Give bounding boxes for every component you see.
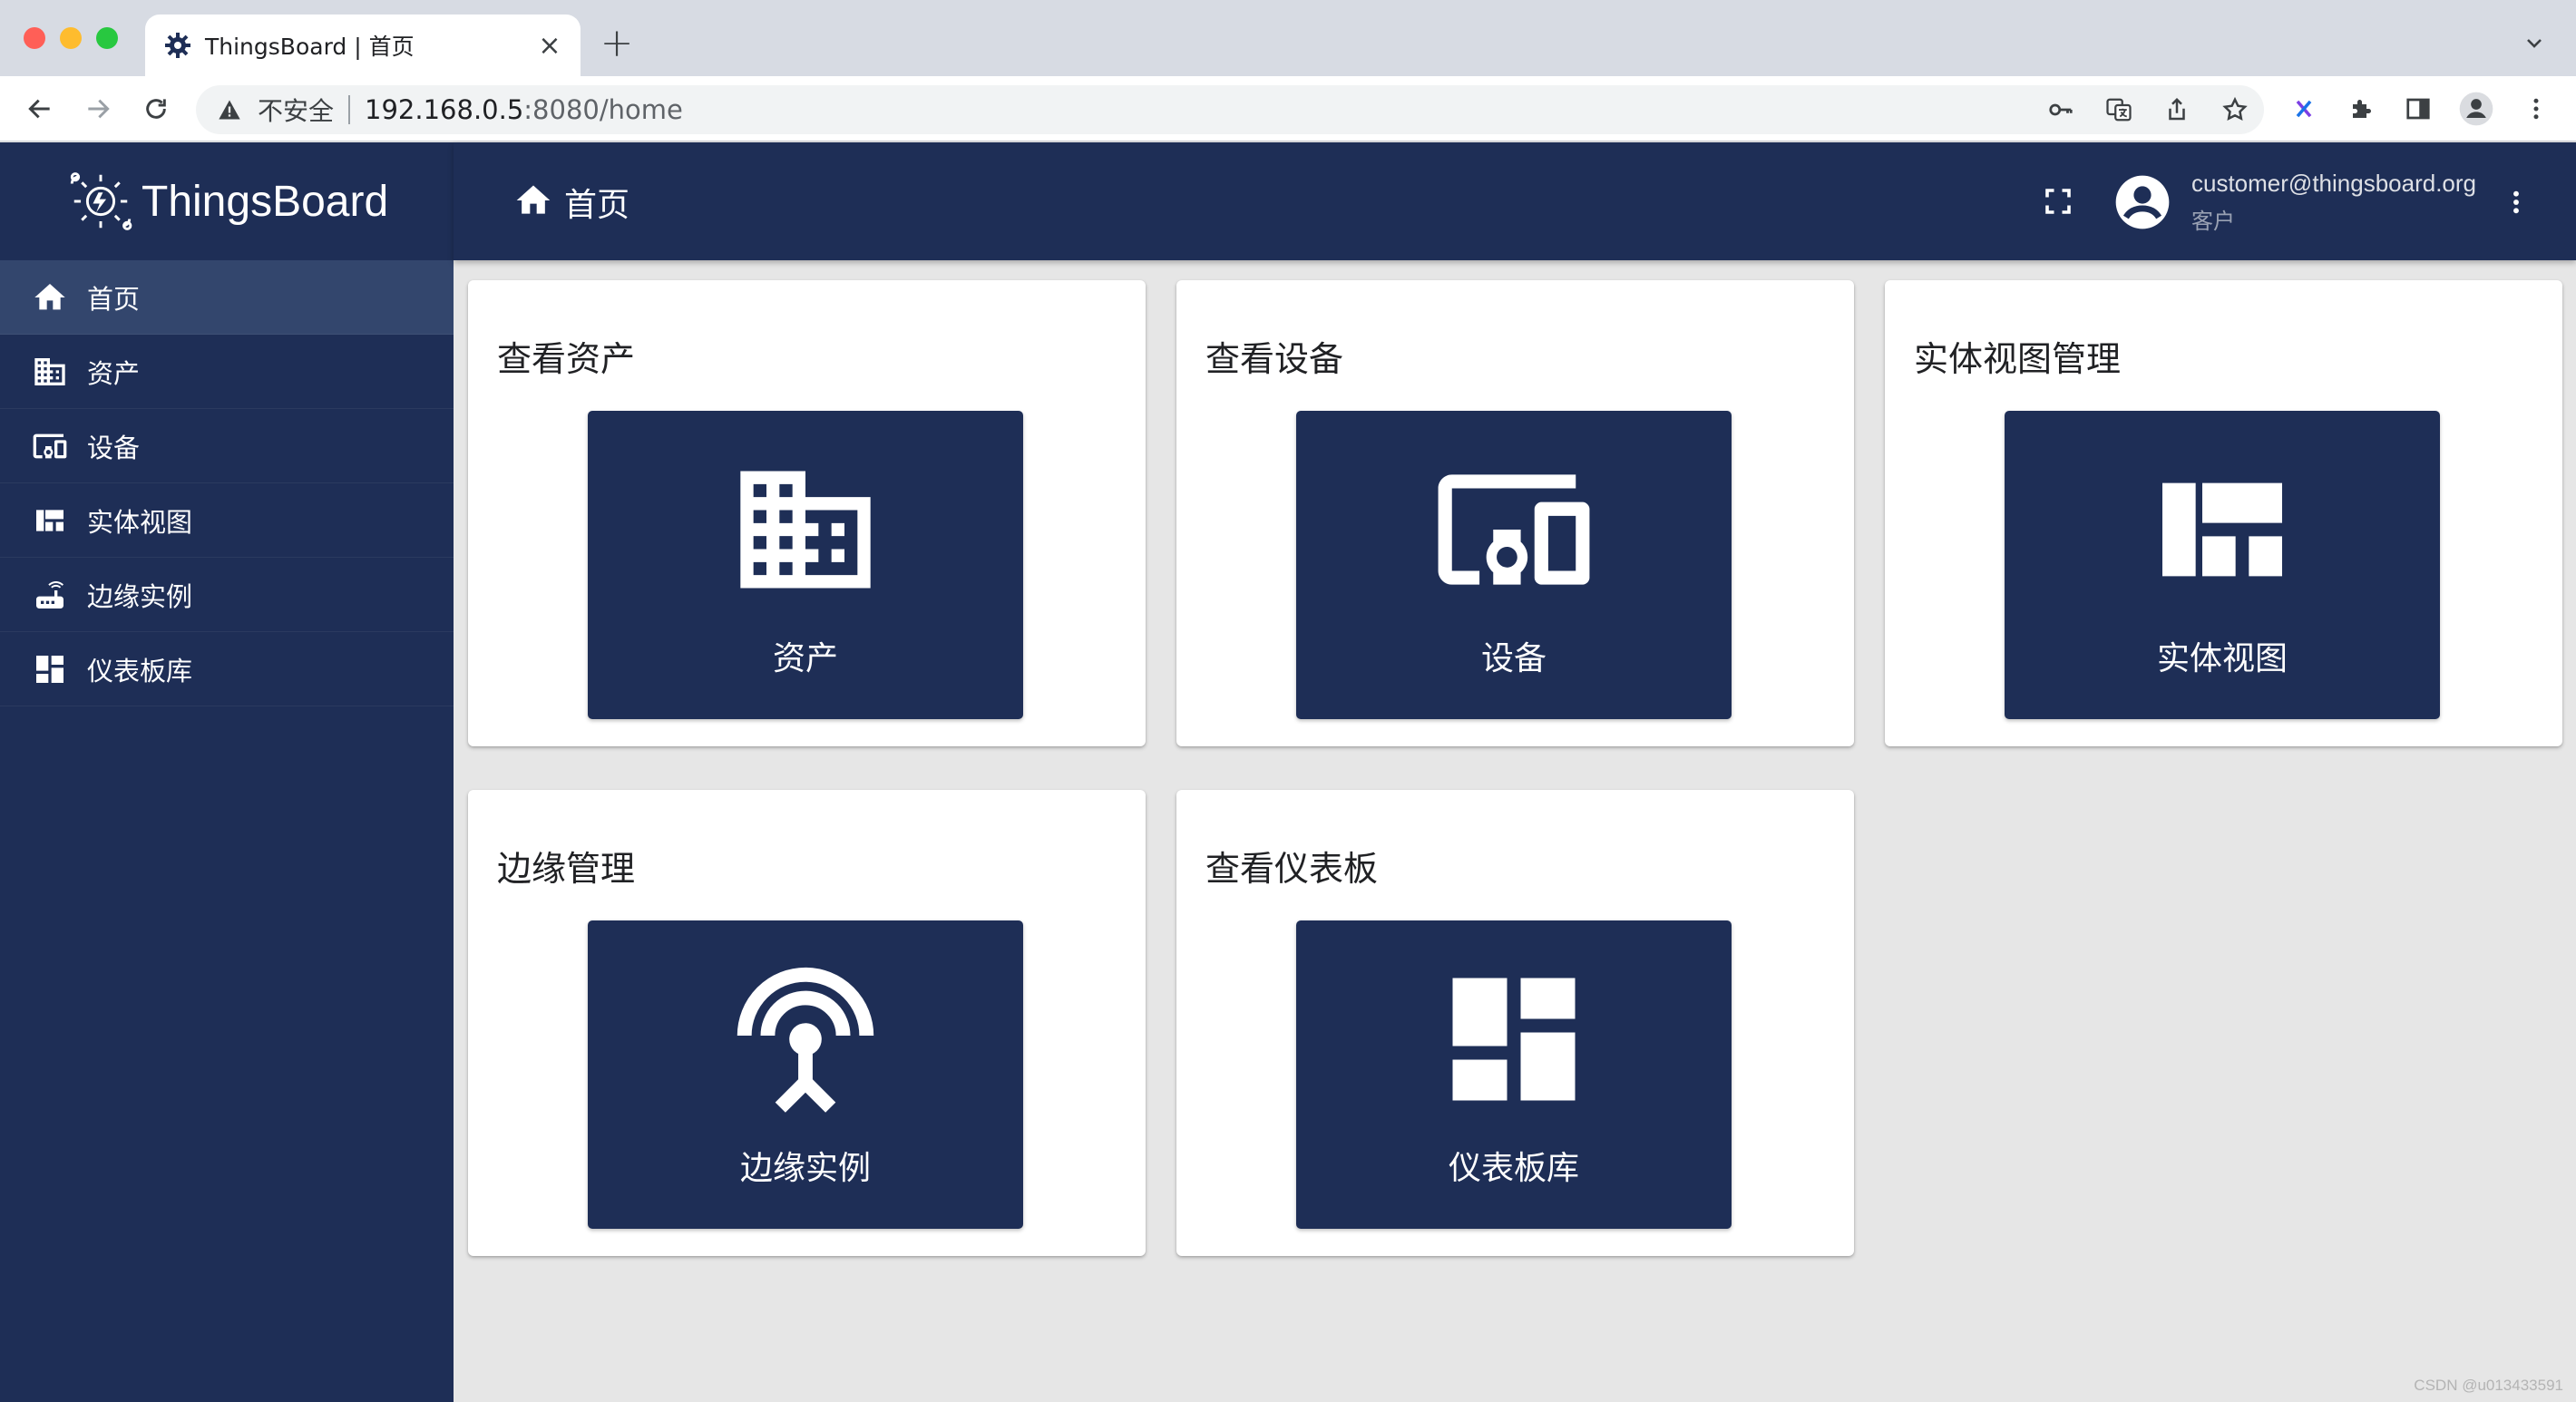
sidebar-item-assets[interactable]: 资产 [0, 335, 454, 409]
sidebar-item-label: 仪表板库 [87, 655, 193, 686]
entity-views-tile-button[interactable]: 实体视图 [2005, 411, 2440, 719]
browser-tab-strip: ThingsBoard | 首页 × + [0, 0, 2576, 76]
sidebar-item-dashboards[interactable]: 仪表板库 [0, 632, 454, 706]
tile-label: 资产 [772, 640, 838, 677]
browser-tab[interactable]: ThingsBoard | 首页 × [145, 15, 581, 76]
sidebar-item-label: 边缘实例 [87, 580, 193, 612]
forward-arrow-icon[interactable] [78, 89, 118, 129]
building-icon [588, 443, 1023, 616]
dashboards-tile-button[interactable]: 仪表板库 [1296, 920, 1732, 1229]
translate-icon[interactable] [2099, 92, 2139, 128]
sidebar-menu: 首页 资产 设备 实体视图 边缘实例 仪表板库 [0, 260, 454, 706]
sidebar-item-label: 资产 [87, 357, 141, 389]
tab-close-icon[interactable]: × [532, 27, 568, 63]
user-info[interactable]: customer@thingsboard.org 客户 [2191, 170, 2476, 235]
devices-icon [31, 427, 69, 465]
breadcrumb: 首页 [513, 179, 629, 226]
page-title: 首页 [564, 187, 630, 224]
brand-name: ThingsBoard [141, 177, 389, 226]
sidebar-item-label: 实体视图 [87, 506, 193, 538]
watermark: CSDN @u013433591 [2414, 1377, 2563, 1394]
url-text[interactable]: 192.168.0.5:8080/home [365, 94, 683, 125]
sidebar: ThingsBoard 首页 资产 设备 实体视图 边缘实例 仪表板库 [0, 142, 454, 1402]
router-icon [588, 953, 1023, 1125]
user-email: customer@thingsboard.org [2191, 170, 2476, 197]
building-icon [31, 353, 69, 391]
tab-title: ThingsBoard | 首页 [205, 34, 415, 60]
more-vert-icon[interactable] [2498, 180, 2534, 224]
close-window-button[interactable] [24, 27, 45, 49]
chevron-down-icon[interactable] [2516, 25, 2552, 62]
sidebar-item-devices[interactable]: 设备 [0, 409, 454, 483]
sidebar-item-label: 首页 [87, 283, 141, 315]
assets-tile-button[interactable]: 资产 [588, 411, 1023, 719]
browser-toolbar: 不安全 192.168.0.5:8080/home [0, 76, 2576, 141]
sidebar-item-entity-views[interactable]: 实体视图 [0, 483, 454, 558]
entity-view-icon [2005, 443, 2440, 616]
tile-label: 设备 [1480, 640, 1547, 677]
devices-tile-button[interactable]: 设备 [1296, 411, 1732, 719]
tile-label: 边缘实例 [739, 1150, 871, 1187]
card-title: 实体视图管理 [1914, 339, 2122, 379]
dashboard-icon [1296, 953, 1732, 1125]
new-tab-button[interactable]: + [599, 22, 635, 65]
warning-triangle-icon[interactable] [214, 94, 245, 125]
card-title: 查看仪表板 [1205, 849, 1379, 889]
share-icon[interactable] [2157, 92, 2197, 128]
dashboard-icon [31, 650, 69, 688]
card-title: 查看资产 [497, 339, 636, 379]
home-content: 查看资产 资产 查看设备 设备 实体视图管理 实体视图 边缘管理 边缘实例 查看… [454, 260, 2576, 1402]
router-icon [31, 576, 69, 614]
address-separator [348, 95, 351, 124]
thingsboard-logo-icon [70, 172, 132, 230]
card-view-dashboards: 查看仪表板 仪表板库 [1176, 790, 1854, 1256]
home-icon [513, 180, 553, 224]
reload-icon[interactable] [136, 89, 176, 129]
user-avatar-icon[interactable] [2113, 173, 2171, 231]
back-arrow-icon[interactable] [20, 89, 60, 129]
thingsboard-favicon-icon [161, 29, 194, 62]
bookmark-star-icon[interactable] [2215, 92, 2255, 128]
insecure-label[interactable]: 不安全 [258, 92, 334, 128]
brand[interactable]: ThingsBoard [0, 142, 454, 260]
card-title: 查看设备 [1205, 339, 1344, 379]
sidebar-item-edge-instances[interactable]: 边缘实例 [0, 558, 454, 632]
card-view-assets: 查看资产 资产 [468, 280, 1146, 746]
minimize-window-button[interactable] [60, 27, 82, 49]
profile-avatar-icon[interactable] [2456, 89, 2496, 129]
tile-label: 实体视图 [2156, 640, 2288, 677]
url-host: 192.168.0.5 [365, 94, 524, 125]
card-view-devices: 查看设备 设备 [1176, 280, 1854, 746]
fullscreen-icon[interactable] [2039, 182, 2077, 220]
address-bar[interactable]: 不安全 192.168.0.5:8080/home [196, 85, 2264, 134]
extension-x-icon[interactable] [2284, 89, 2324, 129]
sidebar-item-label: 设备 [87, 432, 141, 463]
side-panel-icon[interactable] [2398, 89, 2438, 129]
edge-instances-tile-button[interactable]: 边缘实例 [588, 920, 1023, 1229]
extensions-puzzle-icon[interactable] [2342, 89, 2382, 129]
maximize-window-button[interactable] [96, 27, 118, 49]
key-icon[interactable] [2041, 92, 2081, 128]
url-path: :8080/home [523, 94, 683, 125]
card-edge-management: 边缘管理 边缘实例 [468, 790, 1146, 1256]
tile-label: 仪表板库 [1448, 1150, 1579, 1187]
user-role: 客户 [2191, 209, 2235, 234]
card-title: 边缘管理 [497, 849, 636, 889]
card-entity-view-management: 实体视图管理 实体视图 [1885, 280, 2562, 746]
home-icon [31, 278, 69, 316]
entity-view-icon [31, 501, 69, 540]
browser-menu-icon[interactable] [2516, 89, 2556, 129]
sidebar-item-home[interactable]: 首页 [0, 260, 454, 335]
app-header: 首页 customer@thingsboard.org 客户 [454, 142, 2576, 260]
devices-icon [1296, 443, 1732, 616]
